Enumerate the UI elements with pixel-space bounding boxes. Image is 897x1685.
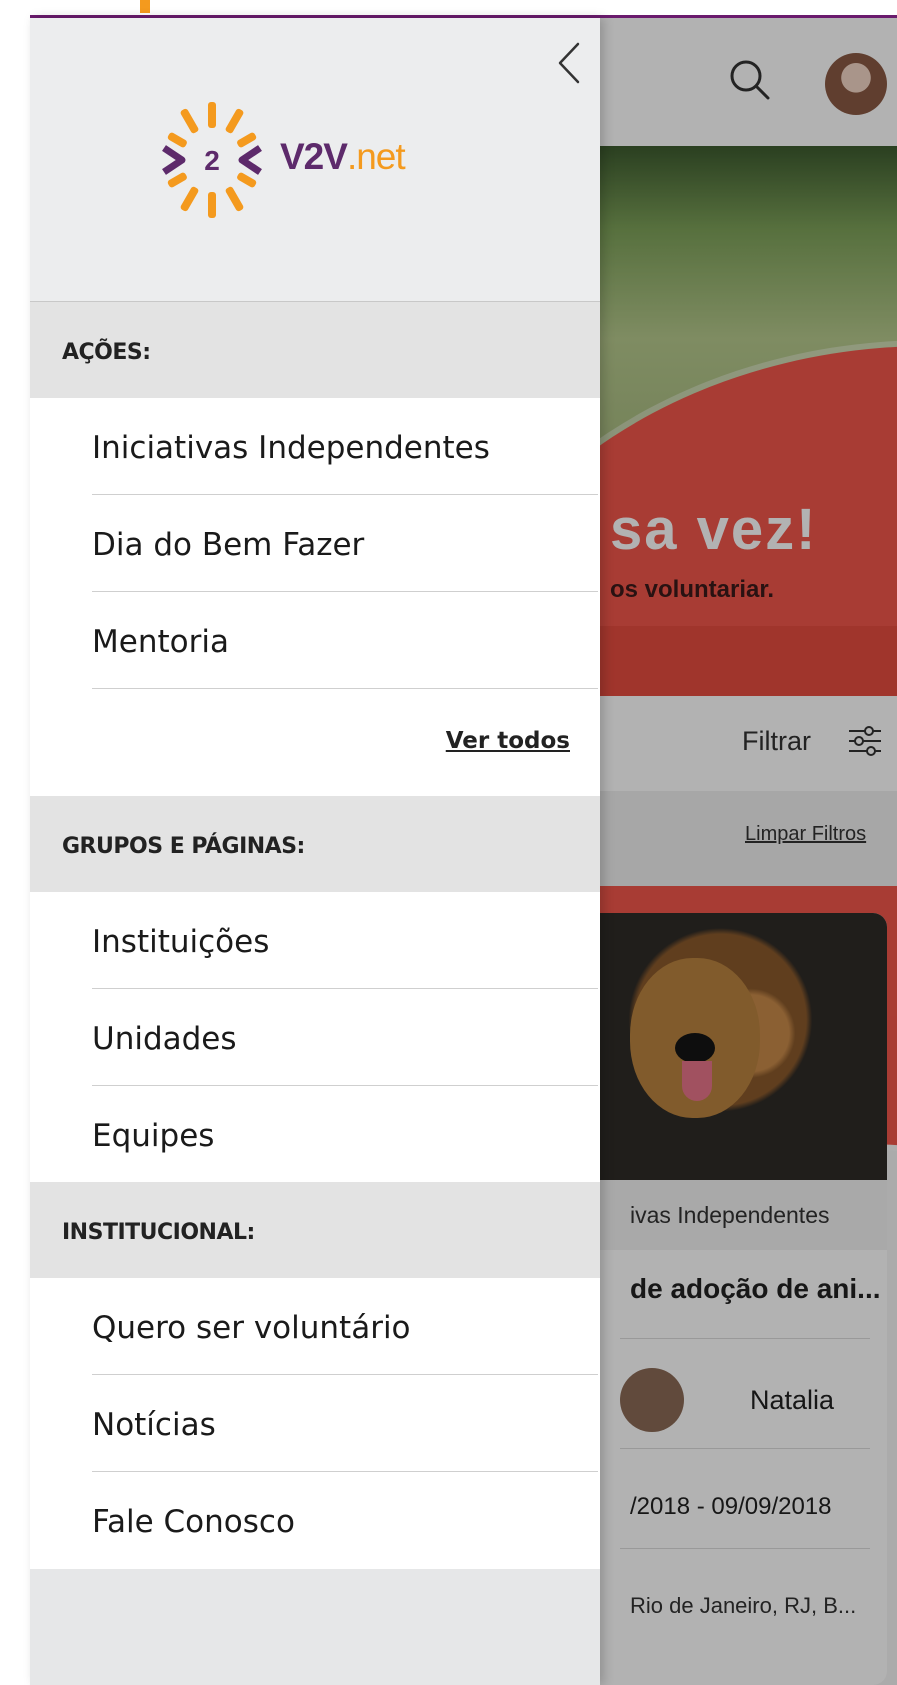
menu-item-equipes[interactable]: Equipes: [92, 1086, 598, 1183]
drawer-header: 2 V2V.net: [30, 18, 600, 302]
menu-item-dia-do-bem-fazer[interactable]: Dia do Bem Fazer: [92, 495, 598, 592]
menu-item-unidades[interactable]: Unidades: [92, 989, 598, 1086]
menu-item-label: Fale Conosco: [92, 1504, 295, 1540]
section-institucional: INSTITUCIONAL:: [30, 1182, 600, 1278]
drawer-footer: [30, 1569, 600, 1685]
menu-item-iniciativas-independentes[interactable]: Iniciativas Independentes: [92, 398, 598, 495]
menu-item-label: Unidades: [92, 1021, 237, 1057]
section-title: GRUPOS E PÁGINAS:: [62, 834, 305, 859]
section-title: AÇÕES:: [62, 340, 151, 365]
menu-item-label: Dia do Bem Fazer: [92, 527, 365, 563]
chevron-left-icon[interactable]: [550, 38, 590, 88]
logo-digit: 2: [204, 145, 220, 176]
logo-icon: 2: [162, 102, 262, 218]
menu-item-label: Equipes: [92, 1118, 215, 1154]
menu-item-label: Mentoria: [92, 624, 229, 660]
menu-item-quero-ser-voluntario[interactable]: Quero ser voluntário: [92, 1278, 598, 1375]
menu-item-noticias[interactable]: Notícias: [92, 1375, 598, 1472]
menu-item-instituicoes[interactable]: Instituições: [92, 892, 598, 989]
section-institucional-items: Quero ser voluntário Notícias Fale Conos…: [30, 1278, 600, 1569]
logo-text-main: V2V: [280, 136, 348, 177]
section-grupos-e-paginas: GRUPOS E PÁGINAS:: [30, 796, 600, 892]
menu-item-label: Instituições: [92, 924, 270, 960]
logo-text: V2V.net: [280, 136, 406, 178]
menu-item-label: Iniciativas Independentes: [92, 430, 490, 466]
menu-item-mentoria[interactable]: Mentoria: [92, 592, 598, 689]
top-status-bar: [0, 0, 897, 18]
section-grupos-items: Instituições Unidades Equipes: [30, 892, 600, 1182]
menu-item-label: Quero ser voluntário: [92, 1310, 411, 1346]
section-acoes-items: Iniciativas Independentes Dia do Bem Faz…: [30, 398, 600, 796]
section-acoes: AÇÕES:: [30, 302, 600, 398]
orange-accent: [140, 0, 150, 13]
see-all-link[interactable]: Ver todos: [446, 728, 570, 754]
menu-item-fale-conosco[interactable]: Fale Conosco: [92, 1472, 598, 1569]
menu-item-label: Notícias: [92, 1407, 216, 1443]
navigation-drawer: 2 V2V.net AÇÕES: Iniciativas Independent…: [30, 18, 600, 1685]
section-title: INSTITUCIONAL:: [62, 1220, 255, 1245]
logo-text-suffix: .net: [346, 136, 406, 177]
